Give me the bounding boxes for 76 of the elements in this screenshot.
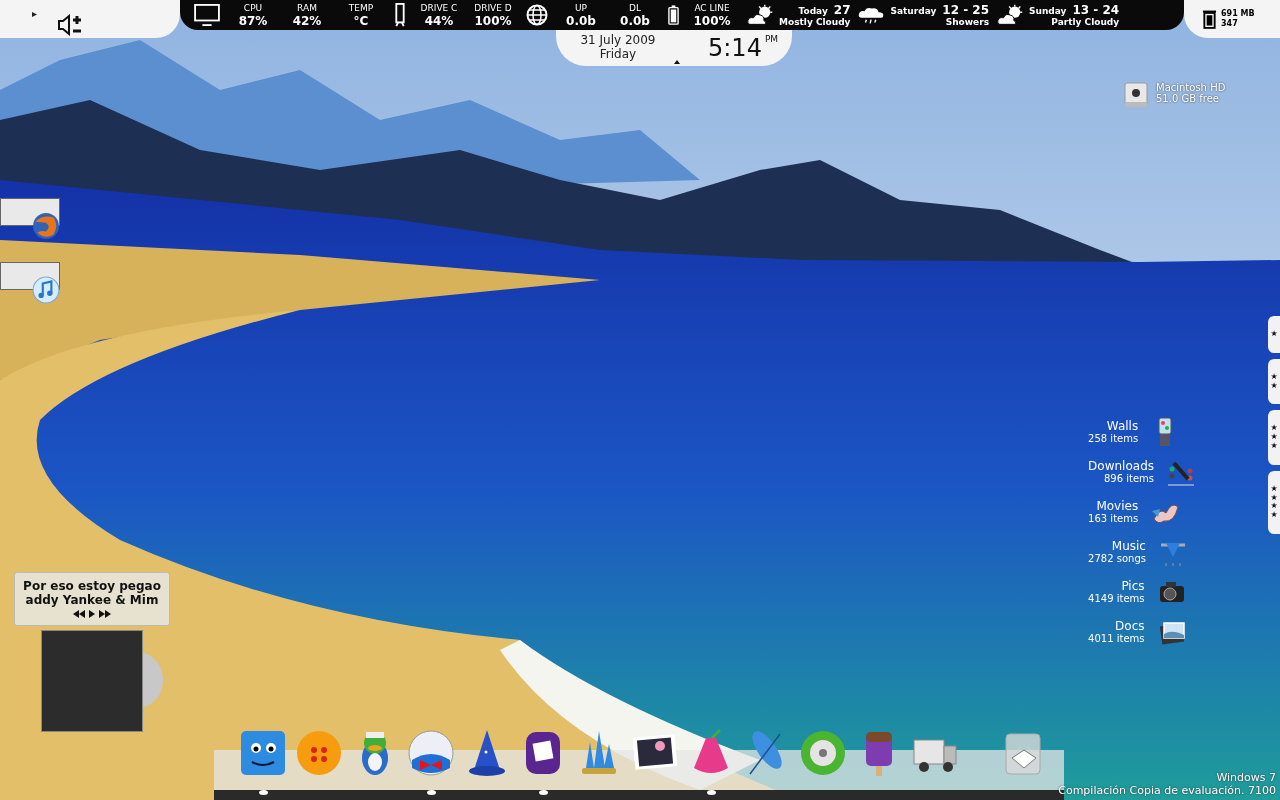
forecast-condition: Showers	[945, 17, 990, 27]
stat-value: 100%	[474, 14, 512, 27]
music-note-icon	[32, 276, 60, 304]
stack-count: 163 items	[1088, 513, 1139, 525]
stat-value: °C	[353, 14, 369, 27]
forecast-condition: Partly Cloudy	[1051, 17, 1120, 27]
clock-time: 5:14	[708, 34, 762, 62]
stat-value: 87%	[238, 14, 268, 27]
stack-count: 896 items	[1103, 473, 1154, 485]
forecast-temperature: 12 - 25	[942, 3, 990, 16]
stat-label: TEMP	[348, 3, 374, 13]
star-tab[interactable]: ★★	[1268, 358, 1280, 405]
star-tab[interactable]: ★	[1268, 316, 1280, 353]
globe-icon	[526, 4, 548, 26]
play-icon[interactable]	[89, 609, 95, 618]
stack-name[interactable]: Downloads	[1088, 459, 1154, 474]
stack-count: 4011 items	[1088, 633, 1145, 645]
triangle-icon[interactable]	[32, 12, 37, 17]
build-label: Compilación Copia de evaluación. 7100	[1058, 784, 1276, 798]
stat-label: UP	[575, 3, 587, 13]
stat-label: RAM	[297, 3, 317, 13]
drive-name: Macintosh HD	[1156, 82, 1226, 93]
stack-count: 258 items	[1088, 433, 1139, 445]
running-indicator	[258, 790, 268, 795]
monitor-icon	[194, 4, 220, 26]
smiling-face-icon[interactable]	[238, 728, 288, 778]
star-tab[interactable]: ★★★	[1268, 410, 1280, 465]
stack-name[interactable]: Docs	[1115, 619, 1145, 634]
ball-icon[interactable]	[294, 728, 344, 778]
stat-label: CPU	[243, 3, 263, 13]
sun-cloud-icon	[747, 4, 775, 26]
stack-count: 4149 items	[1088, 593, 1145, 605]
os-edition-label: Windows 7	[1216, 770, 1276, 785]
stat-label: DRIVE C	[420, 3, 458, 13]
trash-icon[interactable]	[1202, 8, 1217, 30]
forecast-temperature: 27	[833, 3, 851, 16]
forecast-condition: Mostly Cloudy	[779, 17, 851, 27]
stat-label: DRIVE D	[474, 3, 512, 13]
stack-name[interactable]: Pics	[1121, 579, 1145, 594]
forecast-temperature: 13 - 24	[1072, 3, 1120, 16]
stat-value: 44%	[424, 14, 454, 27]
forecast-day: Today	[798, 6, 828, 16]
star-tab[interactable]: ★★★★	[1268, 470, 1280, 534]
fast-forward-icon[interactable]	[99, 609, 111, 618]
triangle-icon[interactable]	[674, 60, 680, 64]
stat-value: 0.0b	[620, 14, 650, 27]
stat-value: 0.0b	[566, 14, 596, 27]
forecast-day: Sunday	[1029, 6, 1067, 16]
stack-name[interactable]: Movies	[1096, 499, 1139, 514]
hard-drive-icon[interactable]	[1124, 82, 1148, 108]
stack-name[interactable]: Music	[1111, 539, 1146, 554]
song-title: Por eso estoy pegao	[23, 579, 161, 594]
drive-free-space: 51.0 GB free	[1156, 93, 1220, 104]
running-indicator	[706, 790, 716, 795]
running-indicator	[426, 790, 436, 795]
weekday-label: Friday	[599, 48, 637, 62]
stat-label: AC LINE	[694, 3, 730, 13]
stat-label: DL	[629, 3, 641, 13]
trash-count: 347	[1221, 19, 1239, 29]
volume-icon[interactable]	[57, 14, 83, 36]
stat-value: 100%	[693, 14, 731, 27]
stack-name[interactable]: Walls	[1106, 419, 1139, 434]
song-artist: addy Yankee & Mim	[25, 593, 159, 608]
battery-icon	[668, 4, 679, 26]
date-label: 31 July 2009	[580, 34, 656, 48]
tower-icon	[394, 3, 406, 27]
clock-meridiem: PM	[764, 34, 779, 44]
trash-size: 691 MB	[1221, 9, 1255, 19]
forecast-day: Saturday	[890, 6, 937, 16]
stat-value: 42%	[292, 14, 322, 27]
globe-app-icon	[32, 212, 60, 240]
rewind-icon[interactable]	[73, 609, 85, 618]
stack-count: 2782 songs	[1088, 553, 1146, 565]
disc-icon[interactable]	[798, 728, 848, 778]
duck-icon[interactable]	[406, 728, 456, 778]
running-indicator	[538, 790, 548, 795]
